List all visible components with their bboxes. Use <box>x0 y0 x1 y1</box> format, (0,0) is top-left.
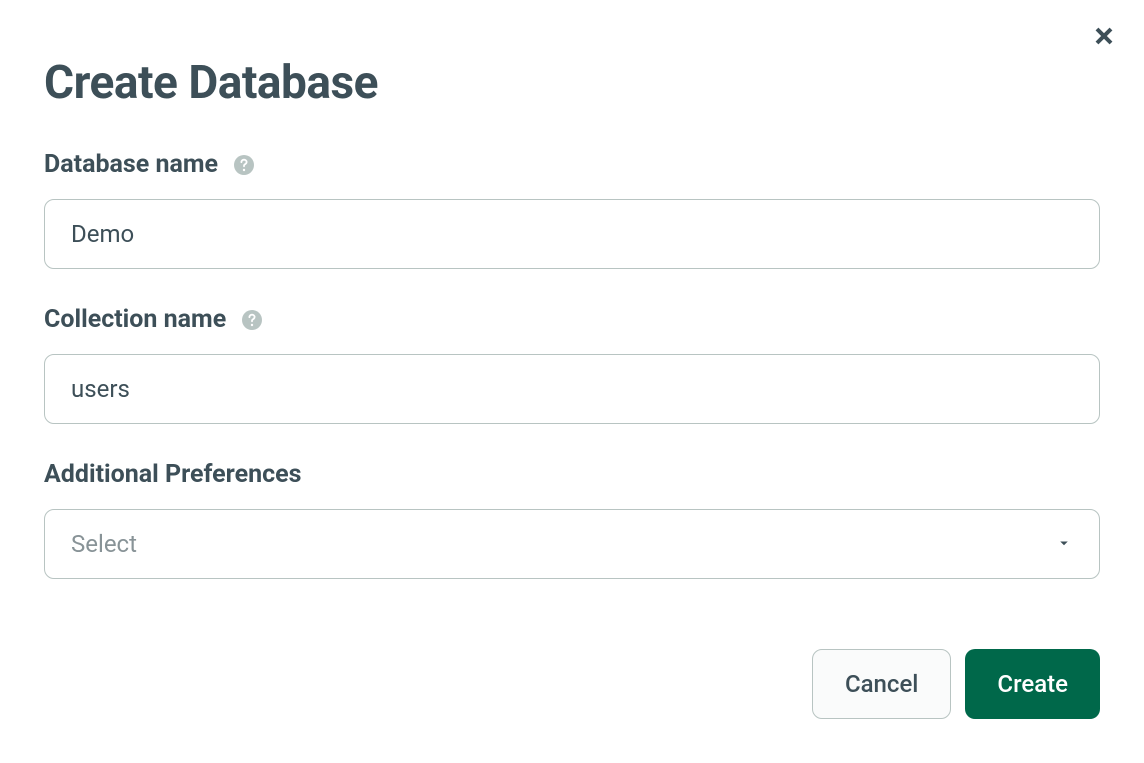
additional-preferences-select[interactable]: Select <box>44 509 1100 579</box>
modal-title: Create Database <box>44 56 1100 110</box>
close-icon <box>1092 33 1116 52</box>
create-button[interactable]: Create <box>965 649 1100 719</box>
help-icon[interactable] <box>240 308 264 332</box>
database-name-group: Database name <box>44 150 1100 269</box>
label-row: Database name <box>44 150 1100 179</box>
create-database-modal: Create Database Database name Collection… <box>0 0 1144 763</box>
additional-preferences-label: Additional Preferences <box>44 460 301 489</box>
close-button[interactable] <box>1092 24 1116 52</box>
collection-name-input[interactable] <box>44 354 1100 424</box>
caret-down-icon <box>1055 530 1073 558</box>
modal-footer: Cancel Create <box>44 649 1100 719</box>
help-icon[interactable] <box>232 153 256 177</box>
cancel-button[interactable]: Cancel <box>812 649 951 719</box>
database-name-input[interactable] <box>44 199 1100 269</box>
select-placeholder: Select <box>71 530 137 558</box>
additional-preferences-group: Additional Preferences Select <box>44 460 1100 579</box>
select-wrapper: Select <box>44 509 1100 579</box>
label-row: Collection name <box>44 305 1100 334</box>
label-row: Additional Preferences <box>44 460 1100 489</box>
collection-name-label: Collection name <box>44 305 226 334</box>
collection-name-group: Collection name <box>44 305 1100 424</box>
database-name-label: Database name <box>44 150 218 179</box>
